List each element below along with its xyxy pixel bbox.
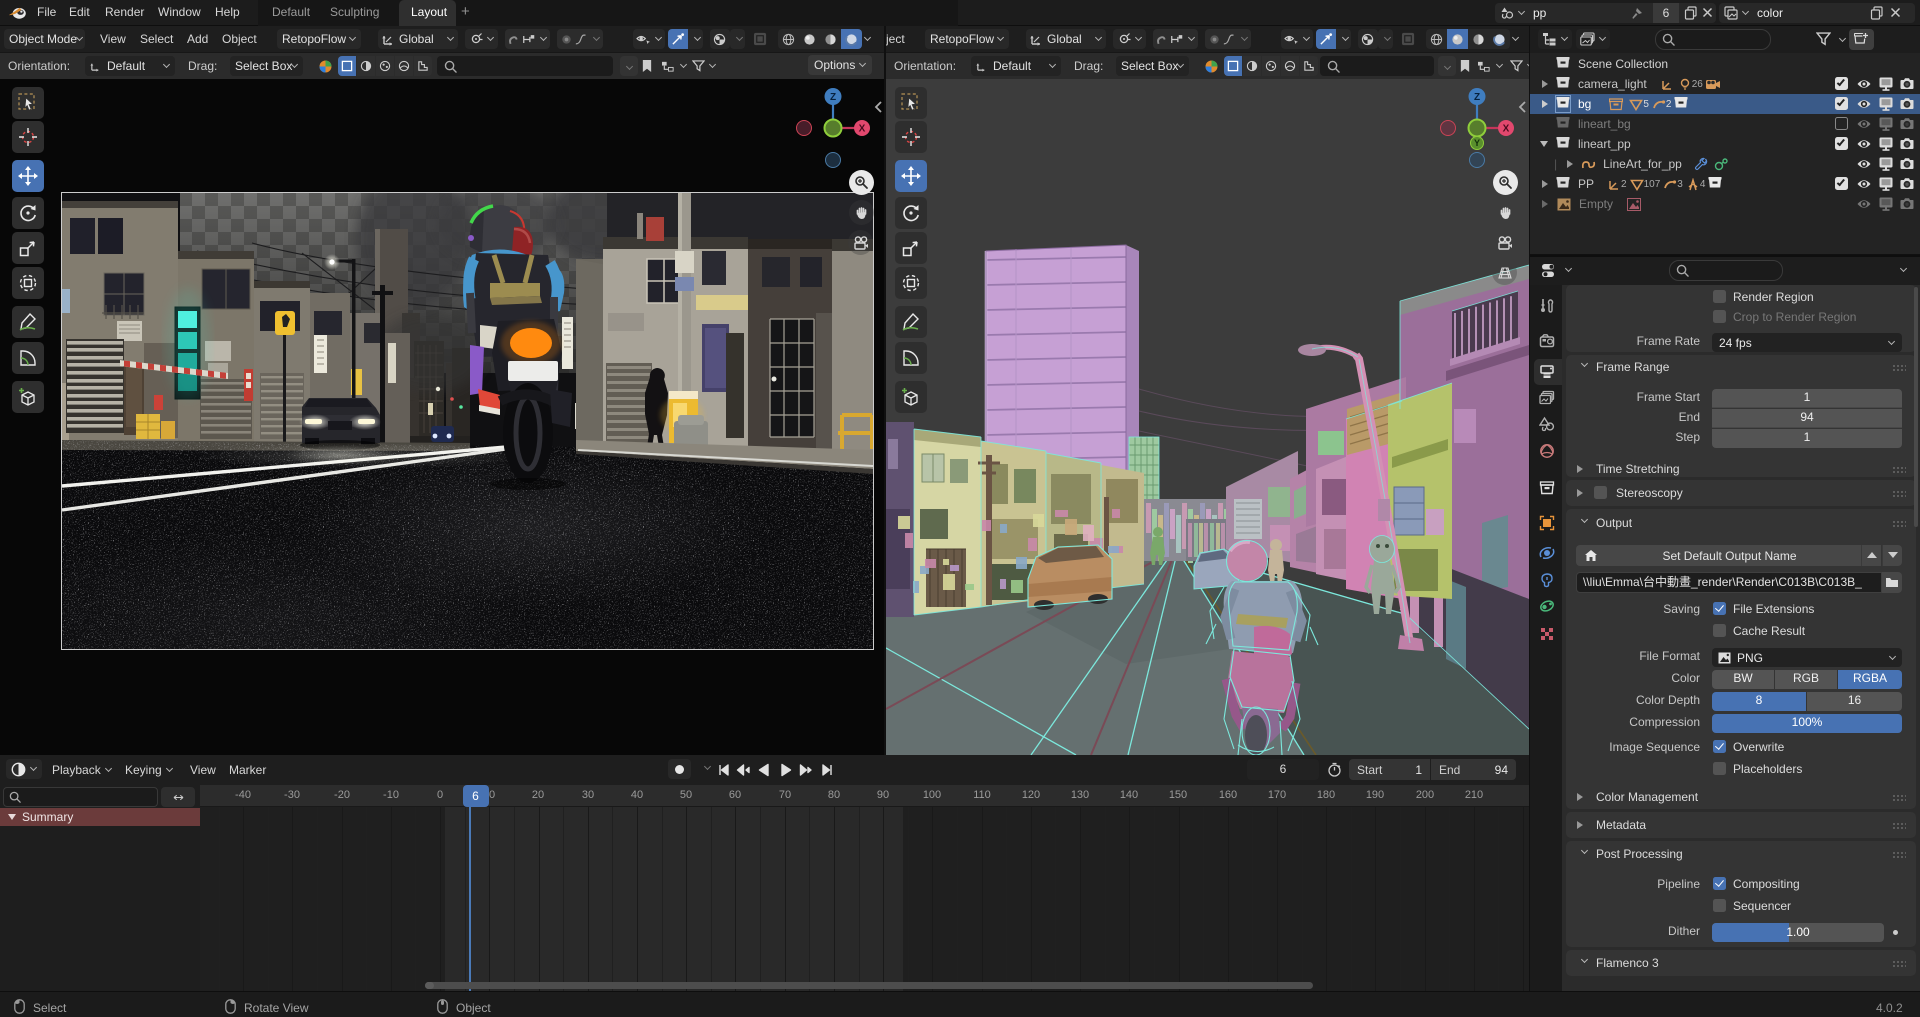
svg-text:X: X [859, 124, 866, 135]
svg-text:X: X [1503, 124, 1510, 135]
svg-text:Z: Z [1474, 92, 1480, 103]
svg-text:Z: Z [830, 92, 836, 103]
